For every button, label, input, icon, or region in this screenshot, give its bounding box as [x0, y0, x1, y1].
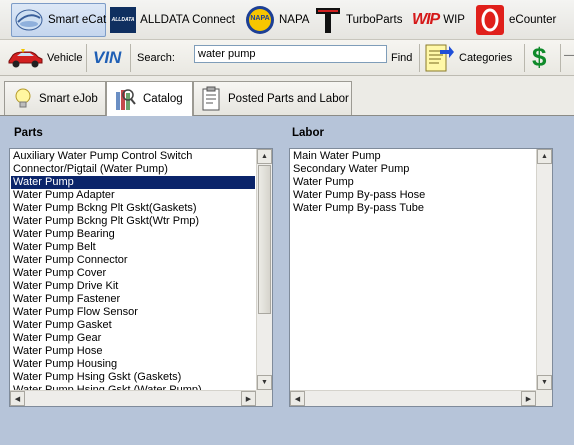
vin-icon: VIN	[93, 48, 122, 67]
wip-logo-icon: WIP	[412, 11, 440, 28]
list-item[interactable]: Water Pump Adapter	[11, 189, 255, 202]
list-item[interactable]: Water Pump Hose	[11, 345, 255, 358]
catalog-icon	[113, 86, 137, 112]
scroll-left-arrow-icon[interactable]: ◀	[10, 391, 25, 406]
app-label: WIP	[443, 14, 465, 26]
list-item[interactable]: Auxiliary Water Pump Control Switch	[11, 150, 255, 163]
list-item[interactable]: Water Pump Gear	[11, 332, 255, 345]
list-item[interactable]: Secondary Water Pump	[291, 163, 535, 176]
toolbar-divider	[560, 44, 561, 72]
alldata-logo-icon: ALLDATA	[110, 7, 137, 33]
posted-parts-icon	[200, 86, 222, 112]
app-label: ALLDATA Connect	[140, 14, 235, 26]
app-ecounter[interactable]: eCounter	[475, 3, 570, 37]
app-alldata-connect[interactable]: ALLDATA ALLDATA Connect	[110, 3, 235, 37]
parts-vertical-scrollbar[interactable]: ▲ ▼	[256, 149, 272, 390]
ecounter-logo-icon	[475, 4, 505, 36]
labor-vertical-scrollbar[interactable]: ▲ ▼	[536, 149, 552, 390]
search-label: Search:	[137, 52, 175, 64]
app-label: eCounter	[509, 14, 557, 26]
list-item[interactable]: Water Pump Cover	[11, 267, 255, 280]
list-item[interactable]: Water Pump By-pass Hose	[291, 189, 535, 202]
toolbar-divider	[419, 44, 420, 72]
scroll-right-arrow-icon[interactable]: ▶	[521, 391, 536, 406]
app-switcher-bar: Smart eCat ALLDATA ALLDATA Connect NAPA …	[0, 0, 574, 40]
categories-button[interactable]: Categories	[424, 43, 512, 73]
vehicle-button[interactable]: Vehicle	[6, 44, 82, 72]
napa-logo-icon: NAPA	[245, 5, 275, 35]
scroll-down-arrow-icon[interactable]: ▼	[257, 375, 272, 390]
toolbar: Vehicle VIN Search: Find Categories $ —	[0, 40, 574, 76]
dollar-button[interactable]: $	[532, 42, 546, 73]
list-item[interactable]: Water Pump Connector	[11, 254, 255, 267]
napa-logo-text: NAPA	[250, 15, 270, 22]
app-label: Smart eCat	[48, 14, 107, 26]
labor-listbox[interactable]: Main Water Pump Secondary Water Pump Water…	[289, 148, 553, 407]
find-button[interactable]: Find	[391, 52, 412, 64]
list-item[interactable]: Water Pump Gasket	[11, 319, 255, 332]
labor-horizontal-scrollbar[interactable]: ◀ ▶	[290, 390, 536, 406]
toolbar-divider	[86, 44, 87, 72]
scroll-up-arrow-icon[interactable]: ▲	[257, 149, 272, 164]
tab-posted-parts-and-labor[interactable]: Posted Parts and Labor	[193, 81, 352, 115]
app-napa[interactable]: NAPA NAPA	[245, 3, 310, 37]
search-input[interactable]	[194, 45, 387, 63]
list-item[interactable]: Water Pump Bckng Plt Gskt(Wtr Pmp)	[11, 215, 255, 228]
list-item[interactable]: Water Pump Housing	[11, 358, 255, 371]
app-smart-ecat[interactable]: Smart eCat	[11, 3, 106, 37]
list-item[interactable]: Main Water Pump	[291, 150, 535, 163]
scroll-corner	[536, 390, 552, 406]
list-item[interactable]: Water Pump Bearing	[11, 228, 255, 241]
list-item[interactable]: Water Pump Fastener	[11, 293, 255, 306]
list-item[interactable]: Water Pump Hsing Gskt (Gaskets)	[11, 371, 255, 384]
categories-icon	[424, 43, 454, 73]
tab-label: Posted Parts and Labor	[228, 92, 349, 105]
vin-button[interactable]: VIN	[93, 44, 121, 72]
list-item[interactable]: Water Pump Drive Kit	[11, 280, 255, 293]
car-icon	[6, 47, 44, 69]
list-item[interactable]: Connector/Pigtail (Water Pump)	[11, 163, 255, 176]
list-item[interactable]: Water Pump Flow Sensor	[11, 306, 255, 319]
parts-horizontal-scrollbar[interactable]: ◀ ▶	[10, 390, 256, 406]
tab-catalog[interactable]: Catalog	[106, 81, 193, 116]
app-turboparts[interactable]: TurboParts	[314, 3, 409, 37]
labor-list: Main Water Pump Secondary Water Pump Water…	[291, 150, 535, 215]
parts-listbox[interactable]: Auxiliary Water Pump Control Switch Conne…	[9, 148, 273, 407]
vehicle-label: Vehicle	[47, 52, 83, 64]
tab-smart-ejob[interactable]: Smart eJob	[4, 81, 106, 115]
tab-strip: Smart eJob Catalog Posted Parts and Labo…	[0, 76, 574, 116]
scroll-right-arrow-icon[interactable]: ▶	[241, 391, 256, 406]
list-item[interactable]: Water Pump	[291, 176, 535, 189]
ecat-globe-icon	[14, 7, 44, 33]
app-wip[interactable]: WIP WIP	[412, 3, 472, 37]
list-item[interactable]: Water Pump Bckng Plt Gskt(Gaskets)	[11, 202, 255, 215]
tab-label: Smart eJob	[39, 92, 98, 105]
lightbulb-icon	[13, 87, 33, 111]
app-label: TurboParts	[346, 14, 403, 26]
scroll-down-arrow-icon[interactable]: ▼	[537, 375, 552, 390]
labor-header: Labor	[292, 127, 324, 139]
alldata-logo-text: ALLDATA	[111, 17, 135, 23]
categories-label: Categories	[459, 52, 513, 64]
scroll-up-arrow-icon[interactable]: ▲	[537, 149, 552, 164]
toolbar-divider	[524, 44, 525, 72]
scroll-corner	[256, 390, 272, 406]
list-item[interactable]: Water Pump Belt	[11, 241, 255, 254]
tab-label: Catalog	[143, 93, 183, 105]
list-item[interactable]: Water Pump	[11, 176, 255, 189]
parts-header: Parts	[14, 127, 43, 139]
app-label: NAPA	[279, 14, 310, 26]
parts-list: Auxiliary Water Pump Control Switch Conne…	[11, 150, 255, 406]
list-item[interactable]: Water Pump By-pass Tube	[291, 202, 535, 215]
turboparts-t-icon	[314, 5, 342, 35]
toolbar-divider	[130, 44, 131, 72]
scroll-thumb[interactable]	[258, 165, 271, 314]
toolbar-overflow-button[interactable]: —	[564, 50, 574, 61]
scroll-left-arrow-icon[interactable]: ◀	[290, 391, 305, 406]
